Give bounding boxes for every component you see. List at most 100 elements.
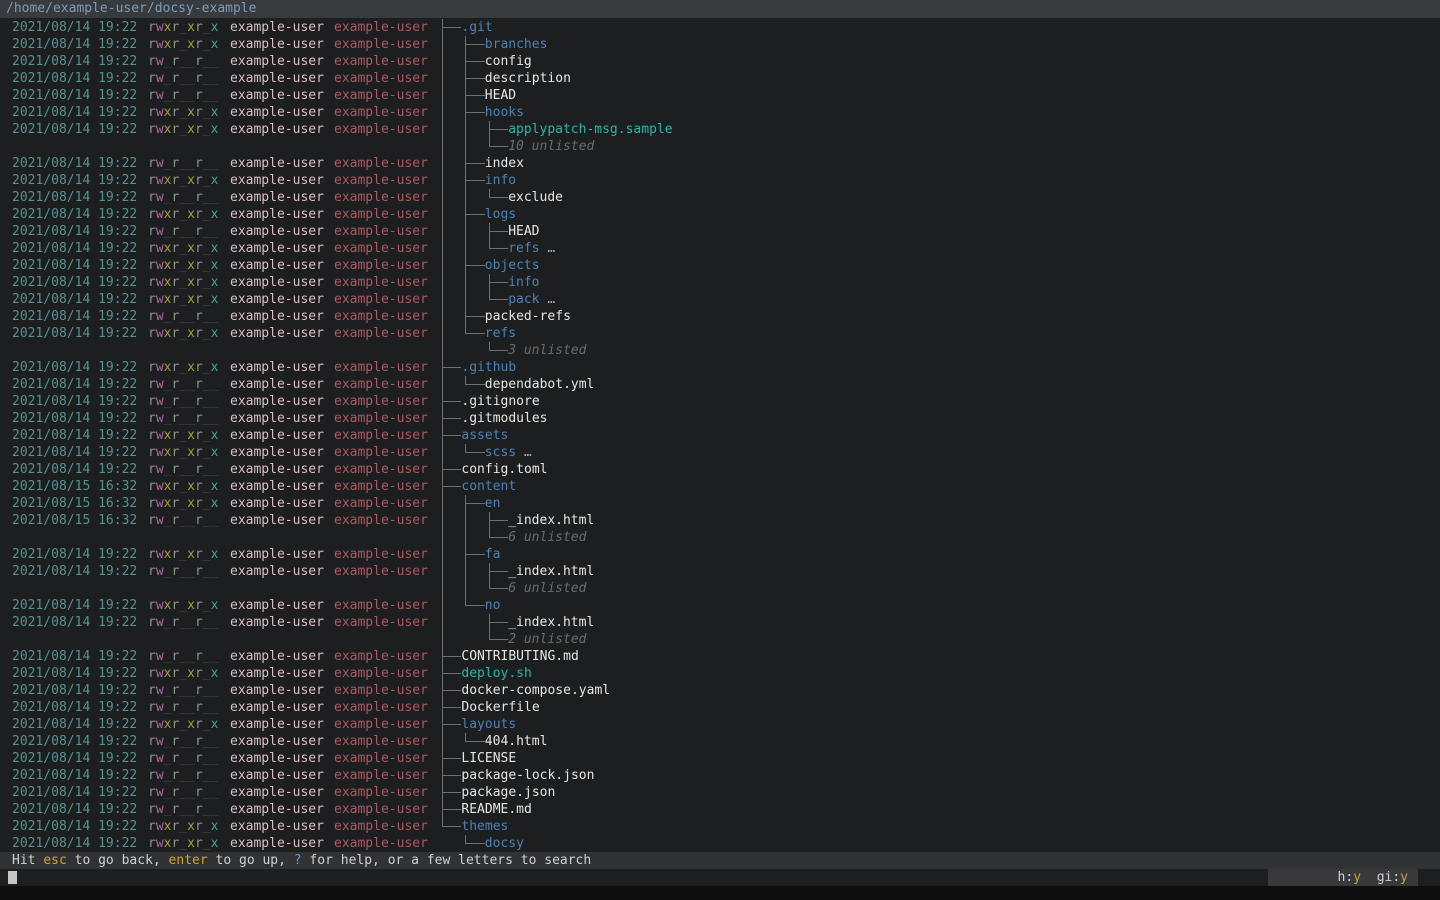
- file-name[interactable]: _index.html: [508, 614, 594, 631]
- directory-name[interactable]: refs …: [508, 240, 555, 257]
- directory-name[interactable]: no: [485, 597, 501, 614]
- directory-name[interactable]: logs: [485, 206, 516, 223]
- tree-branch-line: [446, 724, 454, 725]
- owner: example-user: [230, 410, 324, 427]
- directory-name[interactable]: branches: [485, 36, 548, 53]
- file-row[interactable]: 2021/08/14 19:22rwxr_xr_xexample-userexa…: [0, 597, 1440, 614]
- file-row[interactable]: 2021/08/14 19:22rwxr_xr_xexample-userexa…: [0, 291, 1440, 308]
- group: example-user: [334, 495, 428, 512]
- directory-name[interactable]: info: [508, 274, 539, 291]
- file-name[interactable]: packed-refs: [485, 308, 571, 325]
- file-row[interactable]: 2021/08/14 19:22rw_r__r__example-userexa…: [0, 801, 1440, 818]
- file-row[interactable]: 2021/08/14 19:22rwxr_xr_xexample-userexa…: [0, 818, 1440, 835]
- tree-branch-line: [446, 656, 454, 657]
- file-name[interactable]: Dockerfile: [461, 699, 539, 716]
- file-row[interactable]: 2021/08/14 19:22rwxr_xr_xexample-userexa…: [0, 121, 1440, 138]
- directory-name[interactable]: info: [485, 172, 516, 189]
- file-name[interactable]: _index.html: [508, 563, 594, 580]
- file-name[interactable]: HEAD: [508, 223, 539, 240]
- file-name[interactable]: docker-compose.yaml: [461, 682, 610, 699]
- file-row[interactable]: 2021/08/14 19:22rw_r__r__example-userexa…: [0, 784, 1440, 801]
- file-name[interactable]: .gitignore: [461, 393, 539, 410]
- file-row[interactable]: 2021/08/14 19:22rwxr_xr_xexample-userexa…: [0, 240, 1440, 257]
- directory-name[interactable]: objects: [485, 257, 540, 274]
- file-row[interactable]: 2021/08/15 16:32rwxr_xr_xexample-userexa…: [0, 478, 1440, 495]
- file-row[interactable]: 2021/08/14 19:22rw_r__r__example-userexa…: [0, 223, 1440, 240]
- directory-name[interactable]: themes: [461, 818, 508, 835]
- bottom-padding: [0, 886, 1440, 900]
- file-name[interactable]: config: [485, 53, 532, 70]
- directory-name[interactable]: pack …: [508, 291, 555, 308]
- file-row[interactable]: 2021/08/14 19:22rw_r__r__example-userexa…: [0, 70, 1440, 87]
- permissions: rwxr_xr_x: [148, 104, 218, 121]
- directory-name[interactable]: scss …: [485, 444, 532, 461]
- file-name[interactable]: description: [485, 70, 571, 87]
- file-row[interactable]: 2021/08/14 19:22rwxr_xr_xexample-userexa…: [0, 546, 1440, 563]
- file-name[interactable]: LICENSE: [461, 750, 516, 767]
- file-row[interactable]: 2021/08/14 19:22rw_r__r__example-userexa…: [0, 699, 1440, 716]
- file-row[interactable]: 2021/08/14 19:22rwxr_xr_xexample-userexa…: [0, 19, 1440, 36]
- file-row[interactable]: 2021/08/14 19:22rw_r__r__example-userexa…: [0, 393, 1440, 410]
- directory-name[interactable]: .github: [461, 359, 516, 376]
- file-row[interactable]: 2021/08/14 19:22rw_r__r__example-userexa…: [0, 614, 1440, 631]
- file-name[interactable]: README.md: [461, 801, 531, 818]
- file-row[interactable]: 2021/08/15 16:32rw_r__r__example-userexa…: [0, 512, 1440, 529]
- file-name[interactable]: _index.html: [508, 512, 594, 529]
- file-row[interactable]: 2021/08/14 19:22rw_r__r__example-userexa…: [0, 750, 1440, 767]
- file-name[interactable]: config.toml: [461, 461, 547, 478]
- file-row[interactable]: 2021/08/14 19:22rwxr_xr_xexample-userexa…: [0, 257, 1440, 274]
- file-row[interactable]: 2021/08/14 19:22rwxr_xr_xexample-userexa…: [0, 716, 1440, 733]
- file-name[interactable]: applypatch-msg.sample: [508, 121, 672, 138]
- file-name[interactable]: 404.html: [485, 733, 548, 750]
- tree-branch-line: [442, 563, 443, 580]
- file-row[interactable]: 2021/08/14 19:22rw_r__r__example-userexa…: [0, 376, 1440, 393]
- file-row[interactable]: 2021/08/14 19:22rwxr_xr_xexample-userexa…: [0, 835, 1440, 852]
- file-row[interactable]: 2021/08/14 19:22rw_r__r__example-userexa…: [0, 767, 1440, 784]
- file-row[interactable]: 2021/08/14 19:22rw_r__r__example-userexa…: [0, 87, 1440, 104]
- directory-name[interactable]: hooks: [485, 104, 524, 121]
- file-name[interactable]: index: [485, 155, 524, 172]
- permissions: rw_r__r__: [148, 750, 218, 767]
- directory-name[interactable]: layouts: [461, 716, 516, 733]
- file-name[interactable]: package-lock.json: [461, 767, 594, 784]
- file-row[interactable]: 2021/08/14 19:22rw_r__r__example-userexa…: [0, 155, 1440, 172]
- directory-name[interactable]: en: [485, 495, 501, 512]
- file-name[interactable]: CONTRIBUTING.md: [461, 648, 578, 665]
- file-row[interactable]: 2021/08/14 19:22rw_r__r__example-userexa…: [0, 189, 1440, 206]
- file-row[interactable]: 2021/08/14 19:22rwxr_xr_xexample-userexa…: [0, 325, 1440, 342]
- file-row[interactable]: 2021/08/14 19:22rwxr_xr_xexample-userexa…: [0, 359, 1440, 376]
- file-row[interactable]: 2021/08/14 19:22rw_r__r__example-userexa…: [0, 308, 1440, 325]
- file-name[interactable]: exclude: [508, 189, 563, 206]
- file-row[interactable]: 2021/08/14 19:22rwxr_xr_xexample-userexa…: [0, 104, 1440, 121]
- file-row[interactable]: 2021/08/14 19:22rw_r__r__example-userexa…: [0, 563, 1440, 580]
- directory-name[interactable]: assets: [461, 427, 508, 444]
- file-name[interactable]: .gitmodules: [461, 410, 547, 427]
- file-name[interactable]: package.json: [461, 784, 555, 801]
- file-row[interactable]: 2021/08/14 19:22rwxr_xr_xexample-userexa…: [0, 206, 1440, 223]
- file-name[interactable]: deploy.sh: [461, 665, 531, 682]
- file-row[interactable]: 2021/08/14 19:22rw_r__r__example-userexa…: [0, 461, 1440, 478]
- directory-name[interactable]: docsy: [485, 835, 524, 852]
- file-row[interactable]: 2021/08/14 19:22rwxr_xr_xexample-userexa…: [0, 427, 1440, 444]
- file-row[interactable]: 2021/08/15 16:32rwxr_xr_xexample-userexa…: [0, 495, 1440, 512]
- tree-branch-line: [442, 53, 443, 70]
- search-input[interactable]: [0, 869, 1440, 886]
- directory-name[interactable]: .git: [461, 19, 492, 36]
- directory-name[interactable]: refs: [485, 325, 516, 342]
- file-row[interactable]: 2021/08/14 19:22rw_r__r__example-userexa…: [0, 53, 1440, 70]
- file-row[interactable]: 2021/08/14 19:22rw_r__r__example-userexa…: [0, 733, 1440, 750]
- file-row[interactable]: 2021/08/14 19:22rwxr_xr_xexample-userexa…: [0, 665, 1440, 682]
- tree-branch-line: [493, 129, 501, 130]
- file-name[interactable]: HEAD: [485, 87, 516, 104]
- file-row[interactable]: 2021/08/14 19:22rw_r__r__example-userexa…: [0, 682, 1440, 699]
- directory-name[interactable]: fa: [485, 546, 501, 563]
- file-row[interactable]: 2021/08/14 19:22rwxr_xr_xexample-userexa…: [0, 444, 1440, 461]
- file-row[interactable]: 2021/08/14 19:22rwxr_xr_xexample-userexa…: [0, 172, 1440, 189]
- directory-name[interactable]: content: [461, 478, 516, 495]
- file-row[interactable]: 2021/08/14 19:22rwxr_xr_xexample-userexa…: [0, 36, 1440, 53]
- file-row[interactable]: 2021/08/14 19:22rw_r__r__example-userexa…: [0, 648, 1440, 665]
- file-name[interactable]: dependabot.yml: [485, 376, 595, 393]
- file-row[interactable]: 2021/08/14 19:22rw_r__r__example-userexa…: [0, 410, 1440, 427]
- modified-date: 2021/08/14 19:22: [12, 206, 137, 223]
- file-row[interactable]: 2021/08/14 19:22rwxr_xr_xexample-userexa…: [0, 274, 1440, 291]
